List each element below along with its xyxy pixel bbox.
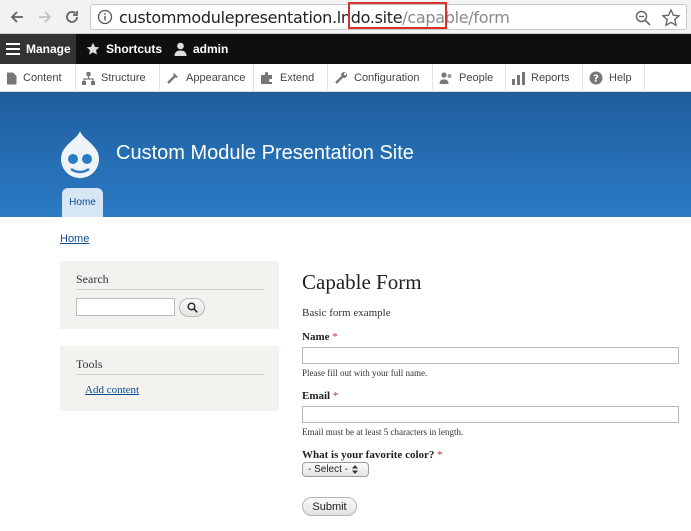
menu-item-content[interactable]: Content [0, 64, 76, 92]
wrench-icon [335, 72, 347, 84]
menu-item-extend[interactable]: Extend [254, 64, 328, 92]
site-name[interactable]: Custom Module Presentation Site [116, 142, 414, 165]
required-marker: * [332, 390, 339, 402]
extend-icon [261, 72, 272, 84]
submit-button[interactable]: Submit [302, 497, 357, 516]
reload-icon [66, 11, 78, 23]
svg-text:?: ? [593, 74, 599, 85]
url-text: custommodulepresentation.lndo.site/capab… [119, 8, 510, 27]
browser-toolbar: custommodulepresentation.lndo.site/capab… [0, 0, 691, 34]
search-input[interactable] [76, 298, 175, 316]
menu-icon [6, 43, 20, 55]
manage-label: Manage [26, 42, 71, 56]
menu-item-label: Content [23, 72, 62, 84]
appearance-icon [167, 73, 178, 84]
people-icon [439, 72, 452, 84]
drupal-logo-icon[interactable] [57, 130, 103, 180]
bookmark-star-icon[interactable] [661, 8, 681, 28]
address-bar[interactable]: custommodulepresentation.lndo.site/capab… [90, 2, 687, 30]
select-value: - Select - [308, 464, 349, 475]
menu-item-label: Structure [101, 72, 146, 84]
admin-toolbar: Manage Shortcuts admin [0, 34, 691, 64]
user-label: admin [193, 42, 229, 56]
structure-icon [82, 71, 95, 85]
menu-item-help[interactable]: ? Help [583, 64, 645, 92]
color-field-label: What is your favorite color? * [302, 449, 443, 461]
back-button[interactable] [6, 5, 30, 29]
arrow-right-icon [39, 11, 52, 23]
info-icon[interactable] [97, 9, 113, 25]
menu-item-label: Help [609, 72, 632, 84]
menu-item-label: Configuration [354, 72, 420, 84]
email-field-label: Email * [302, 390, 338, 402]
star-icon [86, 42, 100, 55]
name-field[interactable] [302, 347, 679, 364]
menu-item-configuration[interactable]: Configuration [328, 64, 433, 92]
search-button[interactable] [179, 298, 205, 317]
email-label-text: Email [302, 390, 331, 402]
user-icon [174, 42, 187, 56]
page-title: Capable Form [302, 270, 422, 294]
menu-item-label: People [459, 72, 494, 84]
search-icon [186, 302, 198, 313]
site-header: Custom Module Presentation Site Home [0, 92, 691, 217]
search-block-title: Search [76, 272, 109, 286]
email-help-text: Email must be at least 5 characters in l… [302, 427, 464, 437]
divider [76, 289, 264, 290]
search-block: Search [60, 261, 279, 329]
favorite-color-select[interactable]: - Select - [302, 462, 369, 477]
name-help-text: Please fill out with your full name. [302, 368, 428, 378]
menu-item-appearance[interactable]: Appearance [160, 64, 254, 92]
divider [76, 374, 264, 375]
menu-item-label: Appearance [186, 72, 246, 84]
menu-item-people[interactable]: People [433, 64, 506, 92]
required-marker: * [437, 449, 443, 461]
menu-item-structure[interactable]: Structure [76, 64, 160, 92]
content-icon [7, 72, 17, 84]
admin-menu-tray: Content Structure Appearance Extend Conf… [0, 64, 691, 92]
arrow-left-icon [10, 11, 23, 23]
menu-item-label: Extend [280, 72, 315, 84]
shortcuts-button[interactable]: Shortcuts [80, 34, 162, 64]
tab-home[interactable]: Home [62, 188, 103, 217]
menu-item-label: Reports [531, 72, 570, 84]
forward-button[interactable] [32, 5, 56, 29]
zoom-icon[interactable] [634, 9, 652, 27]
select-arrows-icon [352, 465, 359, 474]
menu-item-reports[interactable]: Reports [506, 64, 583, 92]
tools-block: Tools Add content [60, 346, 279, 411]
required-marker: * [332, 331, 338, 343]
reload-button[interactable] [60, 5, 84, 29]
shortcuts-label: Shortcuts [106, 42, 163, 56]
reports-icon [512, 71, 525, 85]
user-button[interactable]: admin [168, 34, 228, 64]
add-content-link[interactable]: Add content [85, 384, 139, 396]
form-description: Basic form example [302, 307, 391, 319]
url-path-highlight [348, 2, 447, 29]
name-field-label: Name * [302, 331, 338, 343]
tools-block-title: Tools [76, 357, 103, 371]
name-label-text: Name [302, 331, 330, 343]
breadcrumb-home[interactable]: Home [60, 233, 89, 245]
help-icon: ? [589, 71, 603, 85]
email-field[interactable] [302, 406, 679, 423]
color-label-text: What is your favorite color? [302, 449, 435, 461]
manage-button[interactable]: Manage [0, 34, 76, 64]
